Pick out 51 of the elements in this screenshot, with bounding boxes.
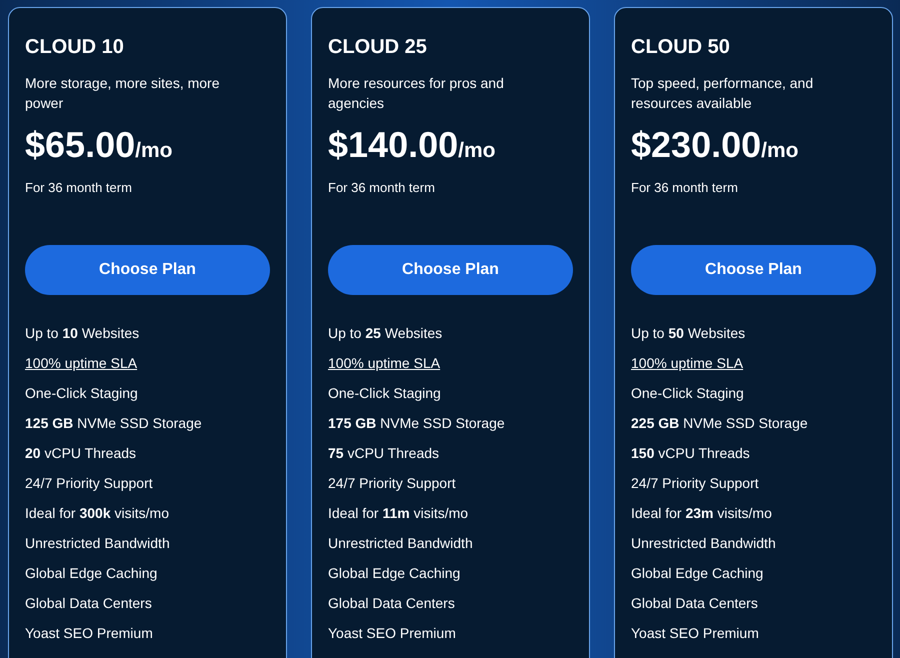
- price-period: /mo: [458, 138, 496, 164]
- feature-text: 175 GB NVMe SSD Storage: [328, 414, 505, 433]
- feature-text: Unrestricted Bandwidth: [25, 534, 170, 553]
- feature-text: Unrestricted Bandwidth: [631, 534, 776, 553]
- price-period: /mo: [135, 138, 172, 164]
- plan-name: CLOUD 25: [328, 35, 428, 60]
- feature-text: 75 vCPU Threads: [328, 444, 440, 463]
- feature-text: Up to 10 Websites: [25, 324, 140, 343]
- feature-text: 225 GB NVMe SSD Storage: [631, 414, 808, 433]
- feature-text: Global Data Centers: [328, 594, 455, 613]
- feature-text: Yoast SEO Premium: [25, 624, 153, 643]
- uptime-link[interactable]: 100% uptime SLA: [631, 352, 744, 382]
- plan-name: CLOUD 50: [631, 35, 731, 60]
- feature-text: Global Edge Caching: [631, 564, 764, 583]
- price: $65.00: [25, 123, 136, 167]
- choose-plan-button[interactable]: Choose Plan: [25, 245, 270, 295]
- feature-text: 24/7 Priority Support: [25, 474, 153, 493]
- feature-text: Ideal for 11m visits/mo: [328, 504, 468, 523]
- feature-text: Unrestricted Bandwidth: [328, 534, 473, 553]
- feature-text: Global Edge Caching: [25, 564, 158, 583]
- price: $230.00: [631, 123, 762, 167]
- feature-text: Up to 25 Websites: [328, 324, 442, 343]
- choose-plan-button[interactable]: Choose Plan: [328, 245, 573, 295]
- feature-text: Global Edge Caching: [328, 564, 460, 583]
- term-note: For 36 month term: [631, 179, 739, 197]
- plan-name: CLOUD 10: [25, 35, 125, 60]
- feature-text: 20 vCPU Threads: [25, 444, 136, 463]
- feature-text: One-Click Staging: [631, 384, 744, 403]
- feature-text: Yoast SEO Premium: [328, 624, 456, 643]
- uptime-link[interactable]: 100% uptime SLA: [328, 352, 440, 382]
- term-note: For 36 month term: [328, 179, 436, 197]
- uptime-link[interactable]: 100% uptime SLA: [25, 352, 138, 382]
- feature-text: One-Click Staging: [328, 384, 441, 403]
- feature-text: 125 GB NVMe SSD Storage: [25, 414, 202, 433]
- term-note: For 36 month term: [25, 179, 133, 197]
- feature-text: Global Data Centers: [631, 594, 758, 613]
- choose-plan-button[interactable]: Choose Plan: [631, 245, 876, 295]
- feature-text: Yoast SEO Premium: [631, 624, 759, 643]
- feature-text: 24/7 Priority Support: [631, 474, 759, 493]
- feature-text: Global Data Centers: [25, 594, 152, 613]
- feature-text: Ideal for 300k visits/mo: [25, 504, 169, 523]
- feature-text: 150 vCPU Threads: [631, 444, 750, 463]
- price: $140.00: [328, 123, 458, 167]
- feature-text: Ideal for 23m visits/mo: [631, 504, 772, 523]
- price-period: /mo: [761, 138, 798, 164]
- feature-text: Up to 50 Websites: [631, 324, 746, 343]
- feature-text: 24/7 Priority Support: [328, 474, 456, 493]
- plan-description: More storage, more sites, more power: [25, 74, 221, 113]
- plan-description: Top speed, performance, and resources available: [631, 74, 814, 113]
- feature-text: One-Click Staging: [25, 384, 138, 403]
- plan-description: More resources for pros and agencies: [328, 74, 505, 113]
